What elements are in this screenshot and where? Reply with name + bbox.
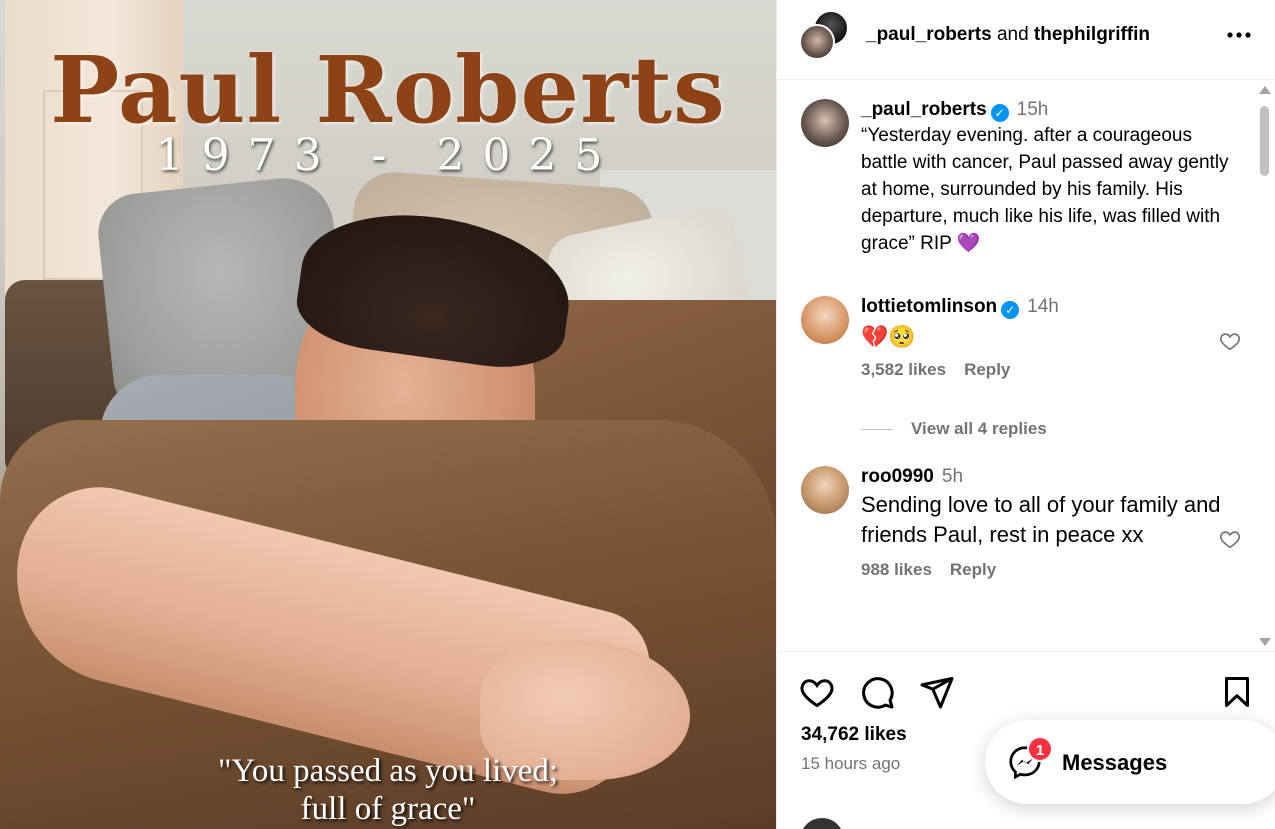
more-horizontal-icon — [1227, 32, 1251, 38]
caption-time[interactable]: 15h — [1017, 99, 1049, 120]
avatar-paul-roberts[interactable] — [799, 24, 835, 60]
comment-time[interactable]: 14h — [1027, 296, 1059, 317]
header-user2[interactable]: thephilgriffin — [1034, 24, 1150, 45]
reply-button[interactable]: Reply — [950, 560, 996, 579]
scroll-thumb[interactable] — [1260, 106, 1269, 176]
avatar[interactable] — [801, 296, 849, 344]
scroll-up-arrow-icon[interactable] — [1259, 86, 1271, 94]
comment-meta: 988 likes Reply — [861, 560, 1231, 580]
view-replies-button[interactable]: View all 4 replies — [861, 419, 1047, 439]
share-icon[interactable] — [919, 674, 955, 710]
post-header: _paul_roberts and thephilgriffin — [777, 0, 1275, 80]
heart-icon[interactable] — [799, 674, 835, 710]
bookmark-icon[interactable] — [1219, 674, 1255, 710]
overlay-quote-line2: full of grace" — [300, 791, 476, 827]
overlay-quote-line1: "You passed as you lived; — [217, 753, 559, 789]
comment-text: 💔🥺 — [861, 324, 916, 349]
caption-username[interactable]: _paul_roberts — [861, 99, 987, 120]
comment-meta: 3,582 likes Reply — [861, 360, 1231, 380]
overlay-years: 1973 - 2025 — [155, 130, 621, 181]
verified-badge-icon: ✓ — [990, 104, 1009, 122]
post-image[interactable]: Paul Roberts 1973 - 2025 "You passed as … — [0, 0, 776, 829]
post-panel: _paul_roberts and thephilgriffin _paul_r… — [776, 0, 1275, 829]
more-options-button[interactable] — [1226, 22, 1252, 55]
comments-scrollbar[interactable] — [1257, 86, 1271, 646]
header-joiner: and — [996, 24, 1029, 45]
comments-list[interactable]: _paul_roberts ✓ 15h “Yesterday evening. af… — [777, 81, 1275, 651]
comment-like-heart-icon[interactable] — [1219, 528, 1241, 550]
verified-badge-icon: ✓ — [1001, 301, 1020, 319]
header-user1[interactable]: _paul_roberts — [866, 24, 992, 45]
comment-username[interactable]: roo0990 — [861, 466, 934, 487]
comment-icon[interactable] — [859, 674, 895, 710]
messages-badge: 1 — [1027, 736, 1053, 762]
messages-button[interactable]: 1 Messages — [985, 720, 1275, 804]
post-likes[interactable]: 34,762 likes — [801, 724, 907, 746]
comment-time[interactable]: 5h — [942, 466, 963, 487]
view-replies-label: View all 4 replies — [911, 419, 1047, 438]
avatar[interactable] — [801, 99, 849, 147]
overlay-quote: "You passed as you lived; full of grace" — [0, 752, 776, 828]
collab-avatars[interactable] — [799, 10, 851, 62]
messages-label: Messages — [1062, 750, 1168, 775]
post-time[interactable]: 15 hours ago — [801, 754, 900, 774]
comment-text: Sending love to all of your family and f… — [861, 492, 1221, 547]
header-usernames: _paul_roberts and thephilgriffin — [866, 24, 1150, 46]
comment-username[interactable]: lottietomlinson — [861, 296, 997, 317]
reply-button[interactable]: Reply — [964, 360, 1010, 379]
overlay-name: Paul Roberts — [50, 36, 726, 144]
comment-likes[interactable]: 3,582 likes — [861, 360, 946, 379]
scroll-down-arrow-icon[interactable] — [1259, 638, 1271, 646]
caption-text: “Yesterday evening. after a courageous b… — [861, 125, 1229, 254]
comment-like-heart-icon[interactable] — [1219, 330, 1241, 352]
comment-likes[interactable]: 988 likes — [861, 560, 932, 579]
avatar[interactable] — [801, 466, 849, 514]
replies-divider — [861, 429, 893, 431]
